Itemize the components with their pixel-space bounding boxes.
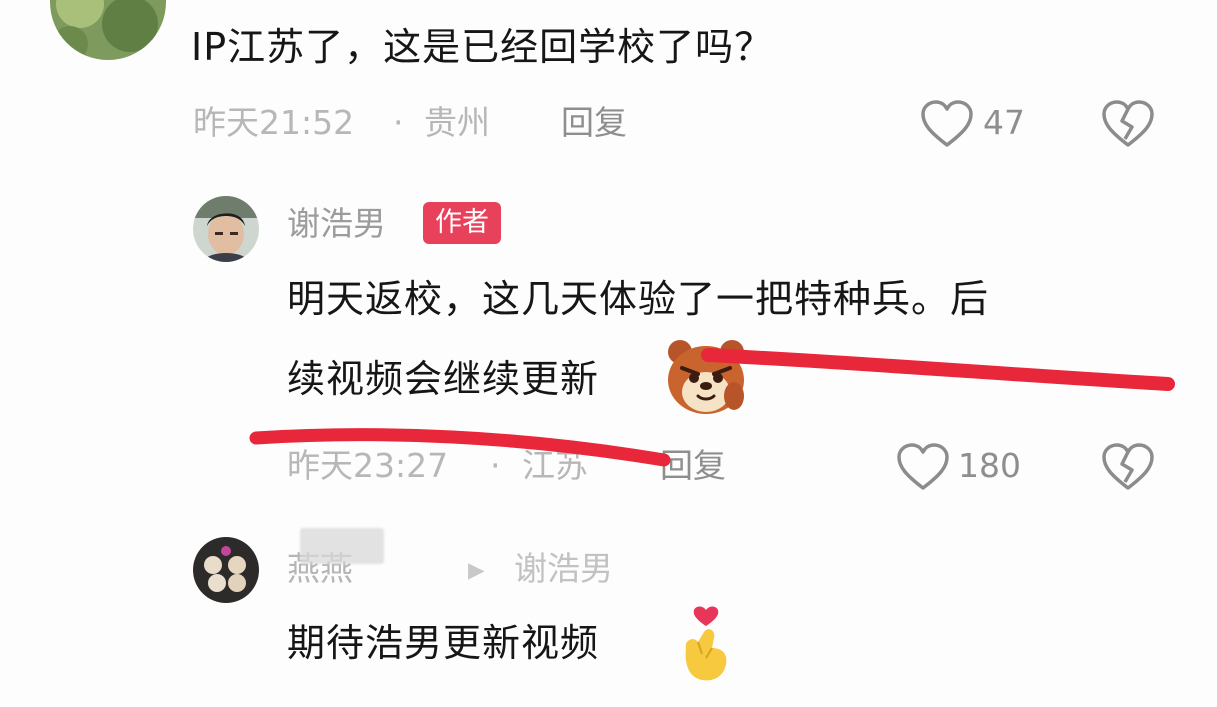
broken-heart-icon[interactable] <box>1101 99 1155 149</box>
author-badge: 作者 <box>423 202 501 244</box>
meta-separator: · <box>490 446 501 485</box>
reply-button[interactable]: 回复 <box>561 106 627 139</box>
comment-text-line-2: 续视频会继续更新 <box>287 357 600 401</box>
commenter-avatar[interactable] <box>193 537 259 603</box>
broken-heart-icon[interactable] <box>1101 442 1155 492</box>
meta-separator: · <box>393 103 404 142</box>
comment-time: 昨天21:52 <box>193 103 355 142</box>
heart-outline-icon[interactable] <box>920 99 974 149</box>
redacted-name <box>300 528 384 564</box>
author-name[interactable]: 谢浩男 <box>287 207 386 240</box>
comment-location: 贵州 <box>424 103 490 142</box>
comment-text: IP江苏了，这是已经回学校了吗？ <box>191 25 774 69</box>
comment-text-line-1: 明天返校，这几天体验了一把特种兵。后 <box>287 277 990 321</box>
finger-heart-emoji <box>676 604 738 688</box>
like-count: 180 <box>958 446 1021 485</box>
comment-text: 期待浩男更新视频 <box>287 621 600 665</box>
comment-location: 江苏 <box>522 446 588 485</box>
like-count: 47 <box>983 103 1025 142</box>
bear-emoji <box>664 338 750 422</box>
heart-outline-icon[interactable] <box>896 442 950 492</box>
reply-button[interactable]: 回复 <box>660 449 726 482</box>
commenter-avatar[interactable] <box>50 0 166 60</box>
reply-to-name[interactable]: 谢浩男 <box>514 552 613 585</box>
reply-arrow-icon: ▸ <box>468 549 485 588</box>
author-avatar[interactable] <box>193 196 259 262</box>
comment-time: 昨天23:27 <box>287 446 449 485</box>
